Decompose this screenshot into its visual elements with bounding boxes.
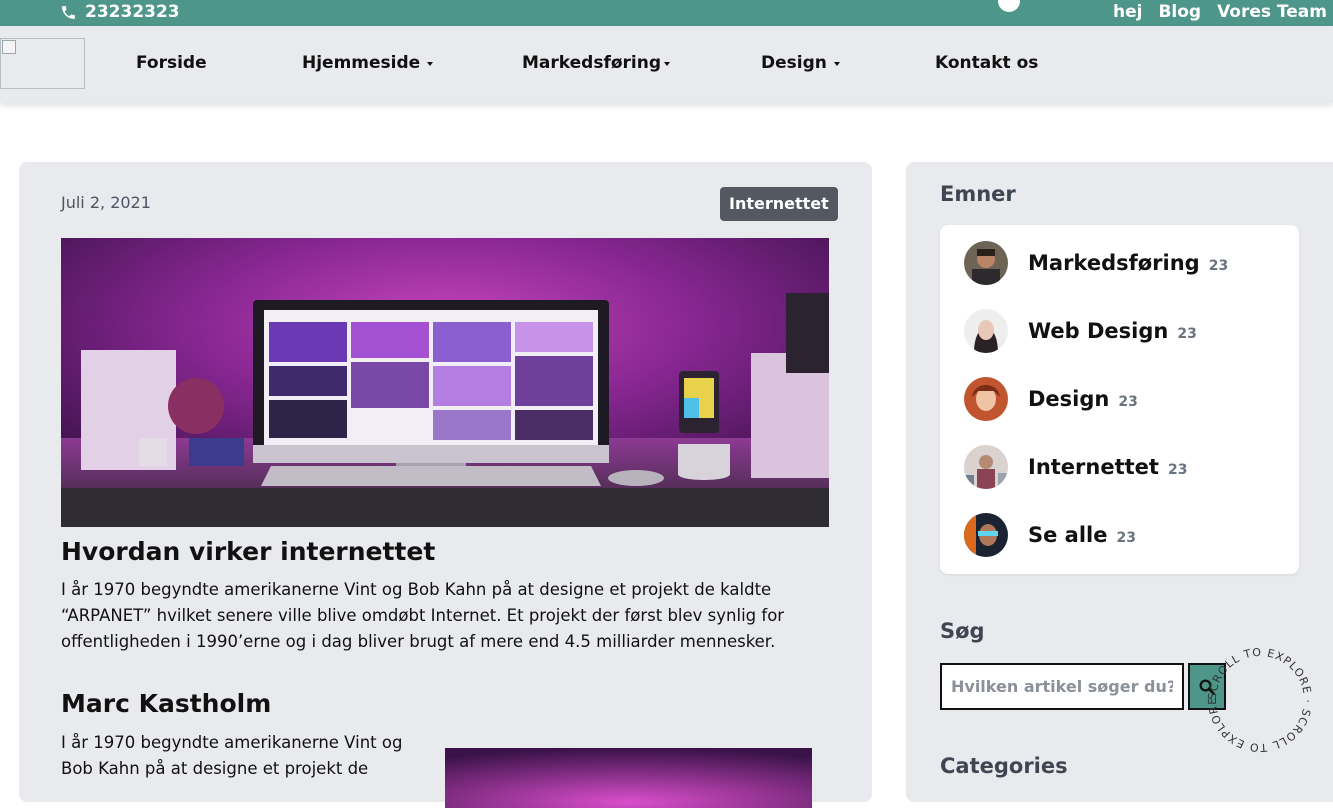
topic-item-internettet[interactable]: Internettet 23 — [964, 445, 1187, 489]
top-bar: 23232323 hej Blog Vores Team — [0, 0, 1333, 26]
nav-label: Hjemmeside — [302, 53, 421, 73]
top-link-hej[interactable]: hej — [1113, 2, 1142, 22]
topics-list: Markedsføring 23 Web Design 23 Design 23… — [940, 225, 1299, 574]
nav-label: Markedsføring — [522, 53, 661, 73]
author-excerpt: I år 1970 begyndte amerikanerne Vint og … — [61, 733, 403, 778]
topic-count: 23 — [1116, 530, 1136, 546]
nav-label: Kontakt os — [935, 53, 1039, 73]
broken-image-icon — [2, 40, 16, 54]
top-link-blog[interactable]: Blog — [1158, 2, 1201, 22]
avatar — [964, 309, 1008, 353]
avatar — [964, 377, 1008, 421]
topic-name: Design — [1028, 387, 1110, 411]
second-post-image[interactable] — [445, 748, 812, 808]
nav-item-hjemmeside[interactable]: Hjemmeside — [302, 53, 434, 73]
topic-name: Internettet — [1028, 455, 1159, 479]
topic-count: 23 — [1118, 394, 1138, 410]
nav-label: Design — [761, 53, 827, 73]
phone-link[interactable]: 23232323 — [60, 2, 180, 22]
desk-setup-illustration — [61, 238, 829, 527]
topic-name: Markedsføring — [1028, 251, 1200, 275]
nav-item-kontakt[interactable]: Kontakt os — [935, 53, 1038, 73]
categories-heading: Categories — [940, 754, 1068, 778]
topic-item-design[interactable]: Design 23 — [964, 377, 1138, 421]
nav-label: Forside — [136, 53, 207, 73]
topic-count: 23 — [1167, 462, 1188, 478]
second-post-illustration — [445, 748, 812, 808]
topic-count: 23 — [1208, 258, 1229, 274]
nav-item-markedsforing[interactable]: Markedsføring — [522, 53, 670, 73]
caret-down-icon — [664, 62, 670, 66]
scroll-badge-ring: SCROLL TO EXPLORE · SCROLL TO EXPLORE · — [1198, 630, 1314, 754]
scroll-to-explore-badge[interactable]: SCROLL TO EXPLORE · SCROLL TO EXPLORE · — [1198, 630, 1320, 760]
main-nav: Forside Hjemmeside Markedsføring Design … — [0, 26, 1333, 103]
top-link-team[interactable]: Vores Team — [1217, 2, 1327, 22]
nav-item-forside[interactable]: Forside — [136, 53, 207, 73]
avatar — [964, 513, 1008, 557]
post-hero-image[interactable] — [61, 238, 829, 527]
nav-item-design[interactable]: Design — [761, 53, 840, 73]
author-name[interactable]: Marc Kastholm — [61, 689, 271, 718]
topic-item-markedsforing[interactable]: Markedsføring 23 — [964, 241, 1228, 285]
topic-name: Se alle — [1028, 523, 1108, 547]
post-tag[interactable]: Internettet — [720, 187, 838, 221]
toggle-knob[interactable] — [998, 0, 1020, 12]
post-date: Juli 2, 2021 — [61, 193, 151, 212]
topic-name: Web Design — [1028, 319, 1169, 343]
phone-number: 23232323 — [85, 2, 180, 22]
topic-count: 23 — [1177, 326, 1197, 342]
topic-item-se-alle[interactable]: Se alle 23 — [964, 513, 1136, 557]
scroll-badge-text: SCROLL TO EXPLORE · SCROLL TO EXPLORE · — [1198, 630, 1313, 754]
post-card: Juli 2, 2021 Internettet Hvordan virker … — [19, 162, 872, 808]
caret-down-icon — [833, 62, 840, 66]
post-excerpt: I år 1970 begyndte amerikanerne Vint og … — [61, 580, 785, 651]
phone-icon — [62, 5, 75, 19]
search-input[interactable] — [940, 663, 1184, 710]
post-title[interactable]: Hvordan virker internettet — [61, 537, 435, 566]
topic-item-web-design[interactable]: Web Design 23 — [964, 309, 1197, 353]
logo-image[interactable] — [0, 38, 85, 89]
caret-down-icon — [427, 62, 434, 66]
search-heading: Søg — [940, 619, 985, 643]
avatar — [964, 241, 1008, 285]
svg-text:SCROLL TO EXPLORE · SCROLL TO: SCROLL TO EXPLORE · SCROLL TO EXPLORE · — [1200, 640, 1314, 754]
topics-heading: Emner — [940, 182, 1016, 206]
avatar — [964, 445, 1008, 489]
